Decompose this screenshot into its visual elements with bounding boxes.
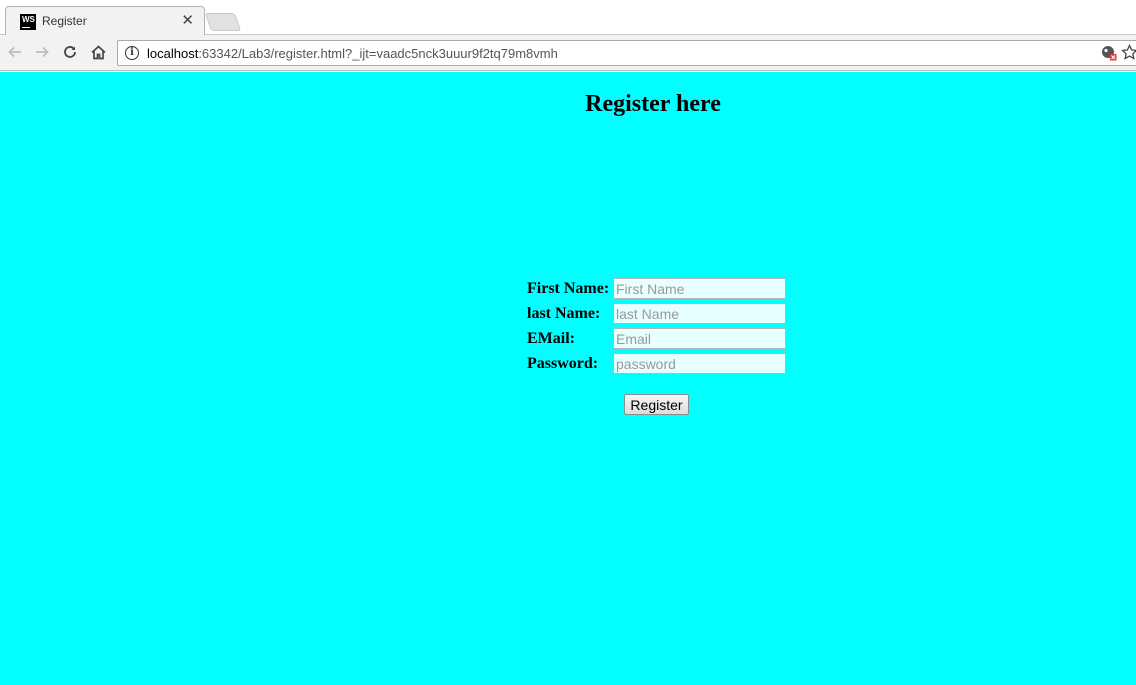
register-button[interactable]: Register xyxy=(624,394,689,415)
tab-title: Register xyxy=(42,14,87,28)
password-row: Password: xyxy=(527,351,786,376)
browser-tab[interactable]: WS Register ✕ xyxy=(5,6,205,36)
first-name-row: First Name: xyxy=(527,276,786,301)
url-host: localhost xyxy=(147,46,199,61)
new-tab-button[interactable] xyxy=(204,13,242,31)
email-label: EMail: xyxy=(527,329,575,347)
webstorm-favicon-icon: WS xyxy=(20,14,36,30)
email-row: EMail: xyxy=(527,326,786,351)
url-path: :63342/Lab3/register.html?_ijt=vaadc5nck… xyxy=(198,46,558,61)
address-bar[interactable]: i localhost:63342/Lab3/register.html?_ij… xyxy=(117,40,1136,66)
register-form: First Name: last Name: EMail: Password: xyxy=(527,276,786,376)
password-input[interactable] xyxy=(613,353,786,374)
tab-strip: WS Register ✕ xyxy=(0,0,1136,36)
last-name-input[interactable] xyxy=(613,303,786,324)
first-name-input[interactable] xyxy=(613,278,786,299)
page-heading: Register here xyxy=(585,91,721,117)
page-body: Register here First Name: last Name: EMa… xyxy=(0,72,1136,685)
password-label: Password: xyxy=(527,354,599,372)
star-icon[interactable] xyxy=(1121,43,1136,66)
first-name-label: First Name: xyxy=(527,279,610,297)
back-icon[interactable] xyxy=(4,41,26,63)
close-icon[interactable]: ✕ xyxy=(181,11,194,29)
reload-icon[interactable] xyxy=(59,41,81,63)
url-text: localhost:63342/Lab3/register.html?_ijt=… xyxy=(147,46,558,61)
extension-icon[interactable] xyxy=(1101,45,1117,66)
last-name-label: last Name: xyxy=(527,304,601,322)
info-icon[interactable]: i xyxy=(125,46,139,60)
email-input[interactable] xyxy=(613,328,786,349)
forward-icon[interactable] xyxy=(31,41,53,63)
last-name-row: last Name: xyxy=(527,301,786,326)
browser-toolbar: i localhost:63342/Lab3/register.html?_ij… xyxy=(0,35,1136,71)
home-icon[interactable] xyxy=(87,41,109,63)
